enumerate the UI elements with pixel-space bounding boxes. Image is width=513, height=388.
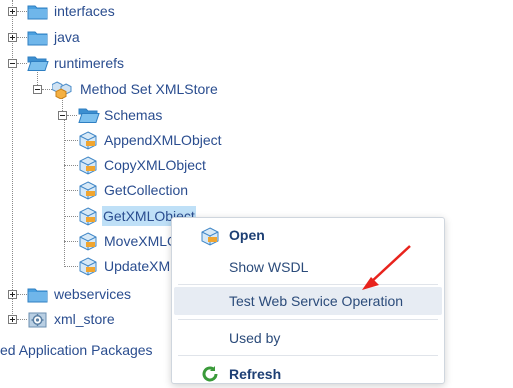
tree-node-label: java bbox=[54, 29, 80, 45]
tree-footer-label[interactable]: ed Application Packages bbox=[0, 340, 153, 360]
tree-node-label: MoveXMLO bbox=[104, 233, 178, 249]
context-menu: Open Show WSDL Test Web Service Operatio… bbox=[171, 217, 445, 384]
tree-connector bbox=[64, 241, 78, 242]
tree-node-label: xml_store bbox=[54, 311, 115, 327]
menu-item-label: Test Web Service Operation bbox=[229, 293, 404, 309]
menu-separator bbox=[178, 284, 438, 285]
menu-separator bbox=[178, 355, 438, 356]
tree-connector bbox=[17, 63, 27, 64]
collapse-toggle-runtimerefs[interactable] bbox=[8, 59, 17, 68]
menu-item-show-wsdl[interactable]: Show WSDL bbox=[172, 253, 444, 281]
tree-connector bbox=[64, 190, 78, 191]
folder-icon bbox=[27, 29, 49, 49]
folder-open-icon bbox=[27, 55, 49, 75]
menu-item-label: Refresh bbox=[229, 366, 282, 382]
tree-node-label: Schemas bbox=[104, 107, 163, 123]
tree-connector bbox=[64, 216, 78, 217]
package-gear-icon bbox=[27, 310, 49, 332]
menu-item-refresh[interactable]: Refresh bbox=[172, 360, 444, 388]
menu-item-test-web-service-operation[interactable]: Test Web Service Operation bbox=[174, 287, 442, 315]
expand-toggle-java[interactable] bbox=[8, 33, 17, 42]
tree-node-label: AppendXMLObject bbox=[104, 132, 222, 148]
menu-item-used-by[interactable]: Used by bbox=[172, 324, 444, 352]
tree-connector bbox=[67, 115, 77, 116]
tree-connector bbox=[64, 266, 78, 267]
menu-item-label: Open bbox=[229, 227, 265, 243]
collapse-toggle-schemas[interactable] bbox=[58, 111, 67, 120]
tree-node-label: UpdateXML bbox=[104, 258, 178, 274]
operation-icon bbox=[200, 227, 220, 249]
menu-item-label: Used by bbox=[229, 330, 281, 346]
folder-icon bbox=[27, 3, 49, 23]
tree-connector bbox=[17, 11, 27, 12]
tree-connector bbox=[17, 37, 27, 38]
refresh-icon bbox=[200, 364, 220, 387]
expand-toggle-interfaces[interactable] bbox=[8, 7, 17, 16]
tree-node-label: runtimerefs bbox=[54, 55, 125, 71]
folder-icon bbox=[27, 286, 49, 306]
expand-toggle-webservices[interactable] bbox=[8, 290, 17, 299]
tree-node-label: Method Set XMLStore bbox=[80, 81, 218, 97]
operation-icon bbox=[78, 131, 98, 153]
tree-node-label: GetCollection bbox=[104, 182, 189, 198]
tree-connector bbox=[64, 140, 78, 141]
operation-icon bbox=[78, 232, 98, 254]
method-set-icon bbox=[51, 80, 74, 102]
tree-connector bbox=[17, 294, 27, 295]
tree-connector bbox=[64, 165, 78, 166]
tree-node-label: webservices bbox=[54, 286, 132, 302]
tree-connector bbox=[42, 89, 52, 90]
operation-icon bbox=[78, 156, 98, 178]
operation-icon bbox=[78, 181, 98, 203]
menu-item-open[interactable]: Open bbox=[172, 221, 444, 249]
collapse-toggle-method-set[interactable] bbox=[33, 85, 42, 94]
operation-icon bbox=[78, 207, 98, 229]
tree-node-label: CopyXMLObject bbox=[104, 157, 206, 173]
menu-separator bbox=[178, 319, 438, 320]
operation-icon bbox=[78, 257, 98, 279]
tree-connector bbox=[12, 0, 13, 320]
menu-item-label: Show WSDL bbox=[229, 259, 309, 275]
tree-connector bbox=[17, 319, 27, 320]
expand-toggle-xml-store[interactable] bbox=[8, 315, 17, 324]
folder-open-icon bbox=[78, 107, 100, 127]
tree-node-label: interfaces bbox=[54, 3, 115, 19]
tree-connector bbox=[64, 120, 65, 267]
